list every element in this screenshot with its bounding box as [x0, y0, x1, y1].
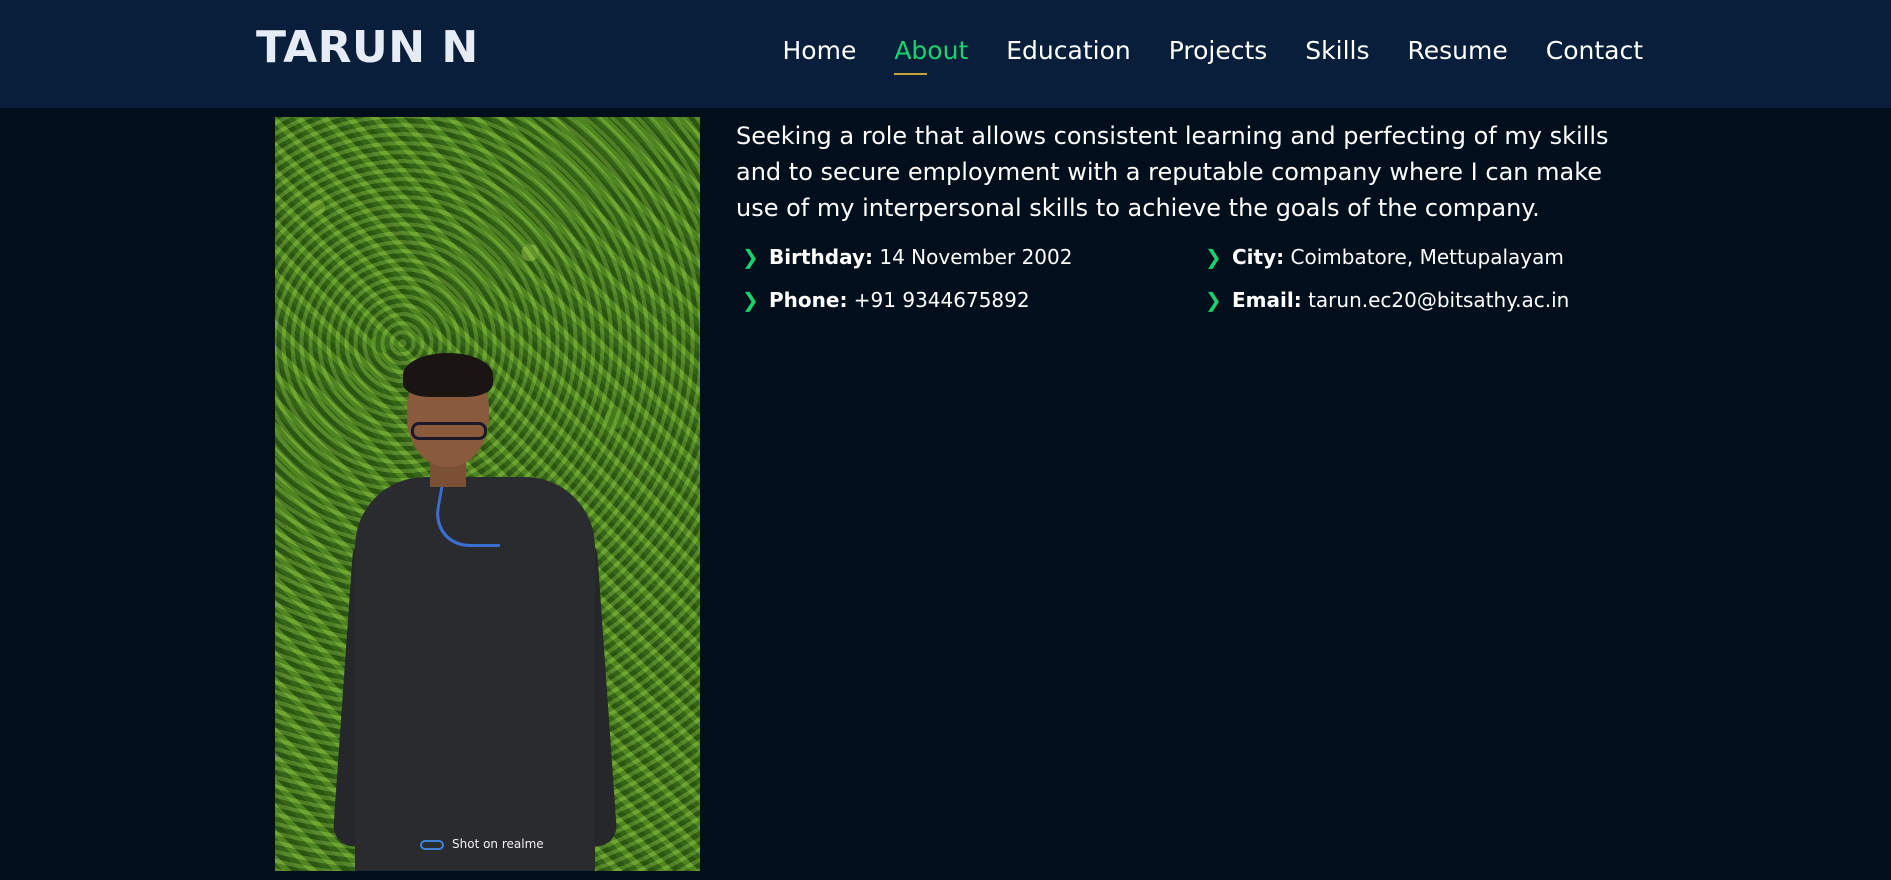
camera-brand-icon	[420, 839, 444, 850]
nav-contact[interactable]: Contact	[1546, 34, 1643, 68]
chevron-right-icon: ❯	[742, 288, 759, 312]
detail-value: +91 9344675892	[853, 288, 1030, 312]
profile-photo: Shot on realme	[275, 117, 700, 871]
nav-skills[interactable]: Skills	[1305, 34, 1369, 68]
chevron-right-icon: ❯	[742, 245, 759, 269]
about-section: Seeking a role that allows consistent le…	[736, 118, 1636, 312]
detail-label: Phone:	[769, 288, 848, 312]
detail-value: 14 November 2002	[879, 245, 1073, 269]
detail-label: Birthday:	[769, 245, 873, 269]
site-logo[interactable]: TARUN N	[256, 22, 479, 74]
chevron-right-icon: ❯	[1205, 245, 1222, 269]
chevron-right-icon: ❯	[1205, 288, 1222, 312]
photo-watermark: Shot on realme	[420, 837, 544, 851]
main-nav: Home About Education Projects Skills Res…	[745, 34, 1643, 75]
nav-resume[interactable]: Resume	[1408, 34, 1508, 68]
detail-label: City:	[1232, 245, 1285, 269]
detail-city: ❯ City: Coimbatore, Mettupalayam	[1199, 244, 1564, 270]
detail-birthday: ❯ Birthday: 14 November 2002	[736, 244, 1072, 270]
nav-home[interactable]: Home	[783, 34, 857, 68]
photo-glasses	[411, 422, 487, 440]
detail-value: Coimbatore, Mettupalayam	[1290, 245, 1564, 269]
nav-about[interactable]: About	[894, 34, 968, 75]
detail-email: ❯ Email: tarun.ec20@bitsathy.ac.in	[1199, 287, 1569, 313]
detail-value[interactable]: tarun.ec20@bitsathy.ac.in	[1308, 288, 1569, 312]
detail-phone: ❯ Phone: +91 9344675892	[736, 287, 1030, 313]
detail-label: Email:	[1232, 288, 1302, 312]
nav-projects[interactable]: Projects	[1169, 34, 1268, 68]
photo-watermark-text: Shot on realme	[452, 837, 544, 851]
nav-education[interactable]: Education	[1006, 34, 1130, 68]
site-header: TARUN N Home About Education Projects Sk…	[0, 0, 1891, 108]
photo-hair	[403, 353, 493, 397]
about-summary: Seeking a role that allows consistent le…	[736, 122, 1609, 222]
